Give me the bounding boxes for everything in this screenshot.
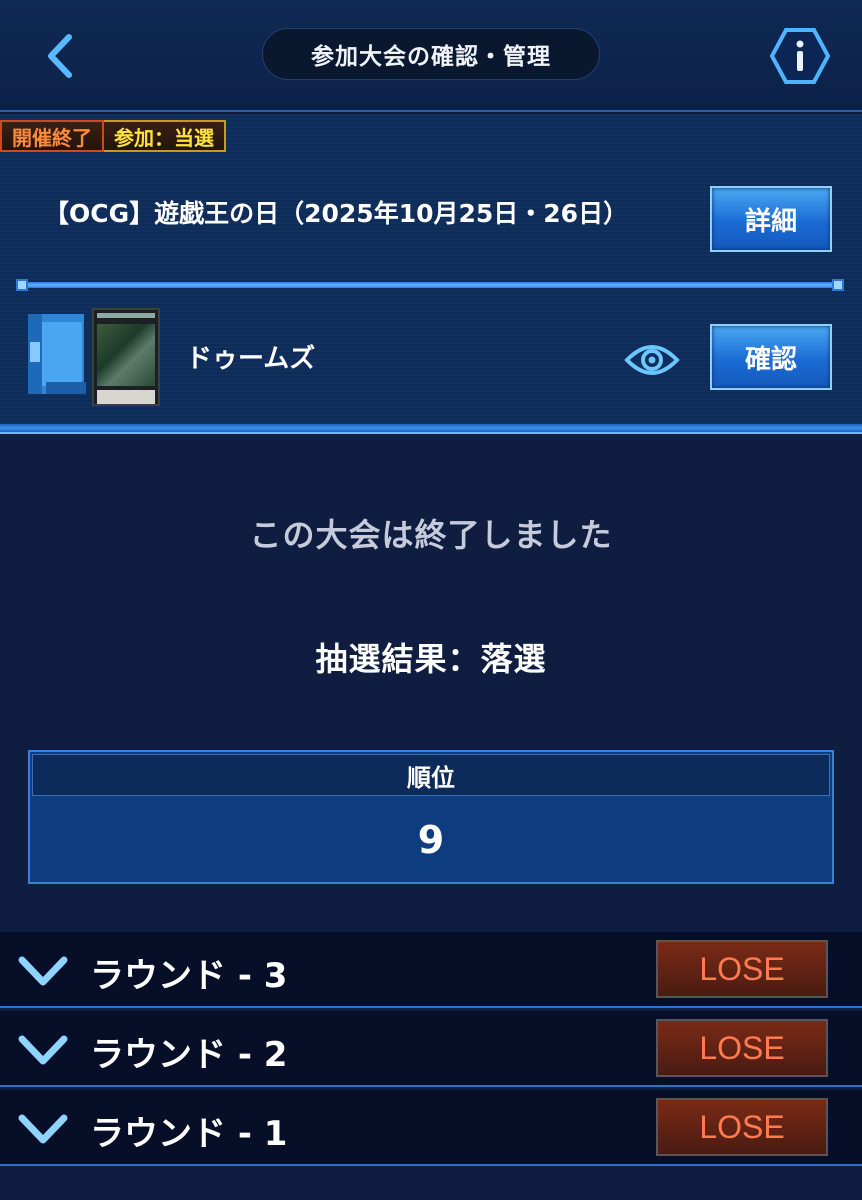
round-label: ラウンド - 3 xyxy=(90,956,288,996)
panel-bottom-bar xyxy=(0,424,862,434)
info-hexagon-icon xyxy=(769,28,831,84)
status-badge-ended: 開催終了 xyxy=(0,120,104,152)
divider-line xyxy=(22,282,836,288)
card-text-box xyxy=(97,390,155,404)
detail-button[interactable]: 詳細 xyxy=(710,186,832,252)
page-title: 参加大会の確認・管理 xyxy=(262,28,600,80)
round-label: ラウンド - 2 xyxy=(90,1035,288,1075)
chevron-left-icon xyxy=(48,34,72,78)
round-result-badge: LOSE xyxy=(656,1098,828,1156)
card-art xyxy=(97,324,155,386)
round-label: ラウンド - 1 xyxy=(90,1114,288,1154)
participation-badge: 参加：当選 xyxy=(104,120,226,152)
eye-icon[interactable] xyxy=(624,340,680,380)
status-badges: 開催終了 参加：当選 xyxy=(0,120,226,152)
tournament-name: 【OCG】遊戯王の日（2025年10月25日・26日） xyxy=(44,199,629,228)
chevron-down-icon xyxy=(18,1114,68,1144)
tournament-ended-message: この大会は終了しました xyxy=(249,516,613,554)
round-row-3[interactable]: ラウンド - 3 LOSE xyxy=(0,932,862,1008)
divider-end-right xyxy=(832,279,844,291)
chevron-down-icon xyxy=(18,1035,68,1065)
card-title-strip xyxy=(97,313,155,318)
divider-end-left xyxy=(16,279,28,291)
round-result-badge: LOSE xyxy=(656,1019,828,1077)
deck-card-thumbnail xyxy=(92,308,160,406)
info-button[interactable] xyxy=(768,24,832,88)
lottery-result: 抽選結果：落選 xyxy=(315,640,547,678)
back-button[interactable] xyxy=(30,26,90,86)
header-bar: 参加大会の確認・管理 xyxy=(0,0,862,112)
deck-case-icon xyxy=(28,314,86,394)
round-result-badge: LOSE xyxy=(656,940,828,998)
rank-box: 順位 9 xyxy=(28,750,834,884)
round-row-1[interactable]: ラウンド - 1 LOSE xyxy=(0,1090,862,1166)
confirm-deck-button[interactable]: 確認 xyxy=(710,324,832,390)
rank-value: 9 xyxy=(417,818,445,862)
round-row-2[interactable]: ラウンド - 2 LOSE xyxy=(0,1011,862,1087)
rank-label: 順位 xyxy=(32,754,830,796)
deck-name: ドゥームズ xyxy=(186,344,316,374)
chevron-down-icon xyxy=(18,956,68,986)
